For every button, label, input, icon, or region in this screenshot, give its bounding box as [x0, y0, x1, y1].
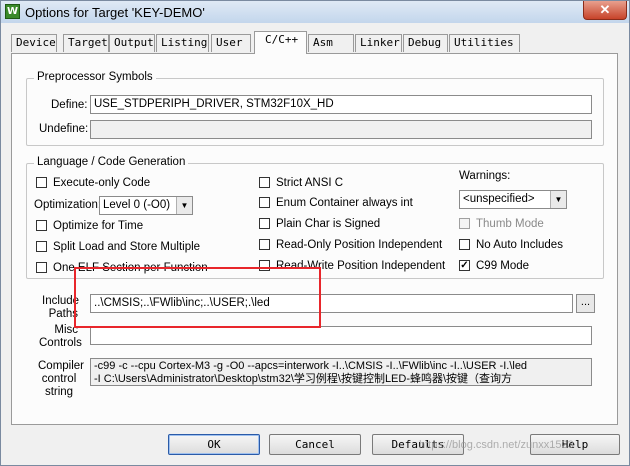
compiler-label-line1: Compiler	[38, 360, 85, 372]
split-load-box[interactable]	[36, 241, 47, 252]
compiler-string-line2: -I C:\Users\Administrator\Desktop\stm32\…	[94, 373, 513, 385]
chevron-down-icon[interactable]: ▼	[550, 191, 566, 208]
ok-button[interactable]: OK	[168, 434, 260, 455]
misc-controls-label: Misc Controls	[39, 324, 82, 350]
title-bar[interactable]: W Options for Target 'KEY-DEMO' ✕	[1, 1, 629, 23]
no-auto-includes-box[interactable]	[459, 239, 470, 250]
read-only-pi-label: Read-Only Position Independent	[276, 239, 443, 251]
execute-only-checkbox[interactable]: Execute-only Code	[36, 177, 150, 191]
plain-char-box[interactable]	[259, 218, 270, 229]
compiler-string-line1: -c99 -c --cpu Cortex-M3 -g -O0 --apcs=in…	[94, 360, 528, 372]
plain-char-label: Plain Char is Signed	[276, 218, 381, 230]
enum-container-label: Enum Container always int	[276, 197, 413, 209]
optimize-time-label: Optimize for Time	[53, 220, 144, 232]
include-paths-browse-button[interactable]: ...	[576, 294, 595, 313]
compiler-control-string[interactable]: -c99 -c --cpu Cortex-M3 -g -O0 --apcs=in…	[90, 358, 592, 386]
tab-asm[interactable]: Asm	[308, 34, 354, 52]
tab-c-cpp[interactable]: C/C++	[254, 31, 307, 54]
misc-controls-input[interactable]	[90, 326, 592, 345]
no-auto-includes-label: No Auto Includes	[476, 239, 563, 251]
optimize-time-checkbox[interactable]: Optimize for Time	[36, 220, 143, 234]
chevron-down-icon[interactable]: ▼	[176, 197, 192, 214]
optimization-select[interactable]: Level 0 (-O0) ▼	[99, 196, 193, 215]
check-icon[interactable]: ✓	[459, 260, 470, 271]
tab-utilities[interactable]: Utilities	[449, 34, 520, 52]
warnings-value: <unspecified>	[463, 193, 535, 205]
thumb-mode-box[interactable]	[459, 218, 470, 229]
warnings-label: Warnings:	[459, 170, 511, 182]
no-auto-includes-checkbox[interactable]: No Auto Includes	[459, 239, 563, 253]
watermark-text: https://blog.csdn.net/zunxx1523	[419, 439, 574, 451]
optimization-value: Level 0 (-O0)	[103, 199, 171, 211]
tab-user[interactable]: User	[211, 34, 251, 52]
undefine-input[interactable]	[90, 120, 592, 139]
cancel-button[interactable]: Cancel	[269, 434, 361, 455]
execute-only-label: Execute-only Code	[53, 177, 151, 189]
warnings-select[interactable]: <unspecified> ▼	[459, 190, 567, 209]
close-button[interactable]: ✕	[583, 1, 627, 20]
split-load-checkbox[interactable]: Split Load and Store Multiple	[36, 241, 200, 255]
strict-ansi-checkbox[interactable]: Strict ANSI C	[259, 177, 343, 191]
c99-mode-label: C99 Mode	[476, 260, 530, 272]
read-only-pi-box[interactable]	[259, 239, 270, 250]
options-dialog: W Options for Target 'KEY-DEMO' ✕ Device…	[0, 0, 630, 466]
misc-label-line2: Controls	[39, 337, 82, 349]
execute-only-box[interactable]	[36, 177, 47, 188]
c99-mode-checkbox[interactable]: ✓ C99 Mode	[459, 260, 529, 274]
include-paths-label: Include Paths	[42, 295, 79, 321]
tab-listing[interactable]: Listing	[156, 34, 209, 52]
tab-target[interactable]: Target	[63, 34, 109, 52]
window-title: Options for Target 'KEY-DEMO'	[25, 5, 205, 20]
split-load-label: Split Load and Store Multiple	[53, 241, 201, 253]
tab-output[interactable]: Output	[109, 34, 155, 52]
define-input[interactable]: USE_STDPERIPH_DRIVER, STM32F10X_HD	[90, 95, 592, 114]
undefine-label: Undefine:	[39, 123, 89, 135]
one-elf-box[interactable]	[36, 262, 47, 273]
read-only-pi-checkbox[interactable]: Read-Only Position Independent	[259, 239, 442, 253]
compiler-label-line2: control	[41, 373, 77, 385]
tab-linker[interactable]: Linker	[355, 34, 402, 52]
define-label: Define:	[51, 99, 88, 111]
preprocessor-group-label: Preprocessor Symbols	[34, 71, 156, 83]
compiler-label-line3: string	[44, 386, 74, 398]
language-group-label: Language / Code Generation	[34, 156, 189, 168]
tab-debug[interactable]: Debug	[403, 34, 448, 52]
enum-container-box[interactable]	[259, 197, 270, 208]
keil-app-icon: W	[5, 4, 20, 19]
red-highlight-box	[74, 267, 321, 328]
thumb-mode-checkbox[interactable]: Thumb Mode	[459, 218, 544, 232]
optimization-label: Optimization:	[34, 199, 102, 211]
optimize-time-box[interactable]	[36, 220, 47, 231]
enum-container-checkbox[interactable]: Enum Container always int	[259, 197, 413, 211]
plain-char-checkbox[interactable]: Plain Char is Signed	[259, 218, 380, 232]
strict-ansi-label: Strict ANSI C	[276, 177, 344, 189]
compiler-control-label: Compiler control string	[38, 360, 84, 399]
thumb-mode-label: Thumb Mode	[476, 218, 544, 230]
tab-device[interactable]: Device	[11, 34, 57, 52]
strict-ansi-box[interactable]	[259, 177, 270, 188]
